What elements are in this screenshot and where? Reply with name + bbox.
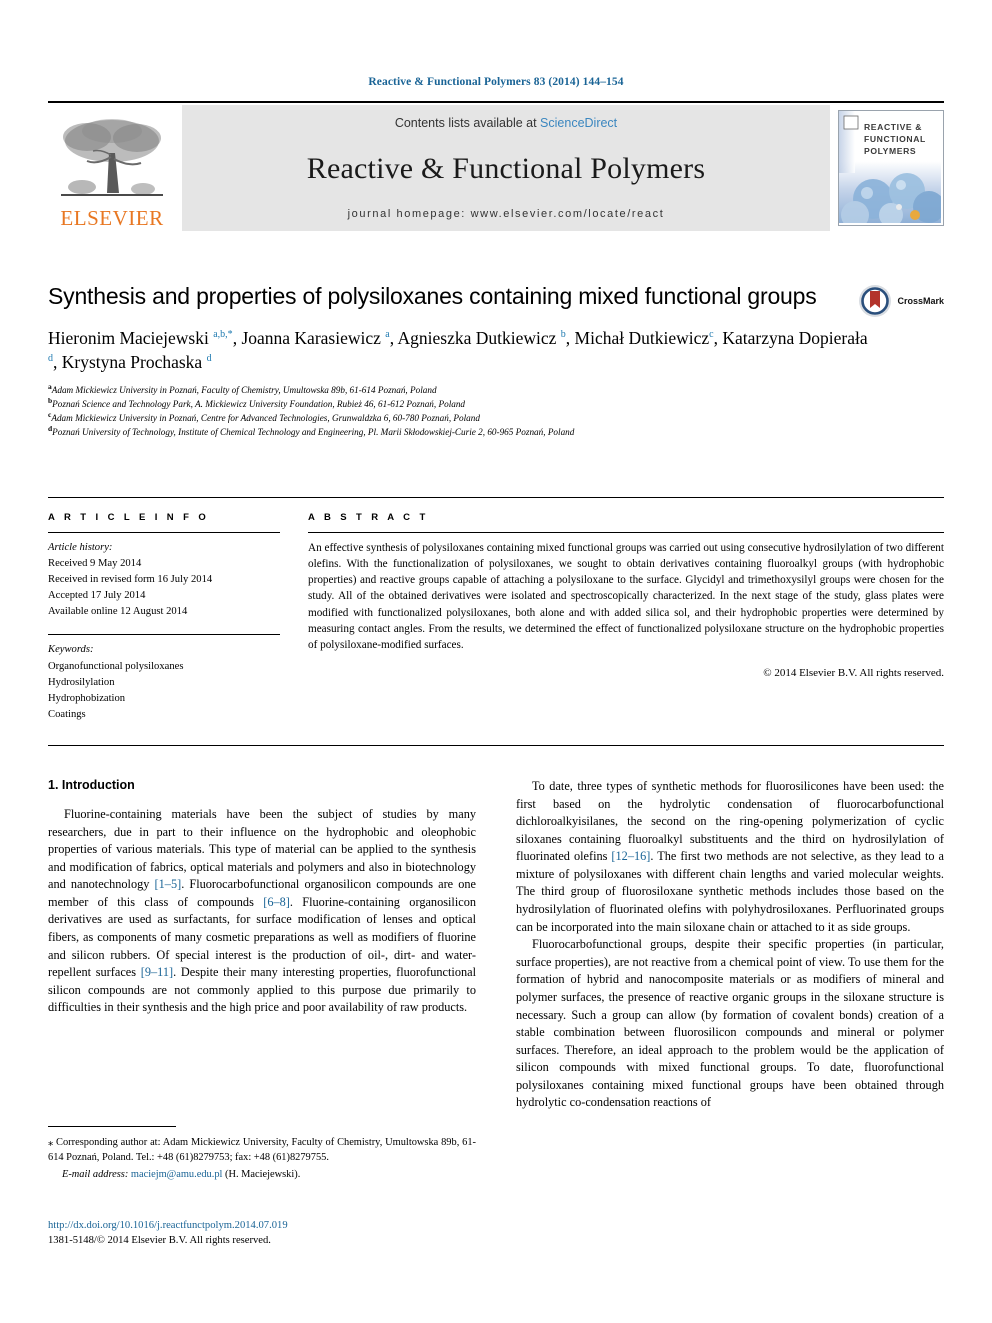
email-line: E-mail address: maciejm@amu.edu.pl (H. M… (48, 1169, 476, 1180)
article-info-rule (48, 532, 280, 533)
running-head: Reactive & Functional Polymers 83 (2014)… (368, 76, 624, 88)
elsevier-wordmark: ELSEVIER (60, 206, 164, 230)
affiliation-item: aAdam Mickiewicz University in Poznań, F… (48, 383, 944, 398)
keywords-block: Keywords: Organofunctional polysiloxanes… (48, 642, 280, 722)
affiliation-item: bPoznań Science and Technology Park, A. … (48, 397, 944, 412)
email-suffix: (H. Maciejewski). (225, 1169, 301, 1181)
corresponding-author-text: ⁎ Corresponding author at: Adam Mickiewi… (48, 1137, 476, 1164)
history-item: Received in revised form 16 July 2014 (48, 574, 213, 586)
abstract-heading: A B S T R A C T (308, 512, 429, 523)
keyword-item: Hydrosilylation (48, 676, 115, 688)
journal-homepage-line[interactable]: journal homepage: www.elsevier.com/locat… (348, 208, 665, 220)
keywords-label: Keywords: (48, 644, 94, 656)
article-history-label: Article history: (48, 542, 113, 553)
affiliation-item: cAdam Mickiewicz University in Poznań, C… (48, 411, 944, 426)
doi-block: http://dx.doi.org/10.1016/j.reactfunctpo… (48, 1218, 476, 1249)
paper-title: Synthesis and properties of polysiloxane… (48, 283, 817, 309)
body-columns: 1. Introduction Fluorine-containing mate… (48, 778, 944, 1112)
journal-title: Reactive & Functional Polymers (306, 152, 706, 185)
history-item: Available online 12 August 2014 (48, 606, 188, 618)
keyword-item: Hydrophobization (48, 692, 126, 704)
crossmark-label: CrossMark (897, 296, 944, 306)
footnote-rule (48, 1126, 176, 1127)
divider-below-abstract (48, 745, 944, 746)
paper-page: Reactive & Functional Polymers 83 (2014)… (0, 0, 992, 1323)
contents-available-line: Contents lists available at ScienceDirec… (395, 116, 617, 130)
contents-prefix: Contents lists available at (394, 116, 541, 130)
svg-text:POLYMERS: POLYMERS (864, 146, 916, 156)
svg-text:FUNCTIONAL: FUNCTIONAL (864, 134, 926, 144)
info-abstract-region: A R T I C L E I N F O Article history: R… (48, 512, 944, 723)
body-paragraph: To date, three types of synthetic method… (516, 779, 944, 934)
affiliation-list: aAdam Mickiewicz University in Poznań, F… (48, 383, 944, 440)
sciencedirect-link[interactable]: ScienceDirect (540, 116, 617, 130)
article-info-column: A R T I C L E I N F O Article history: R… (48, 512, 280, 723)
elsevier-logo: ELSEVIER (48, 105, 176, 231)
keywords-rule (48, 634, 280, 636)
abstract-rule (308, 532, 944, 533)
journal-cover-thumbnail: REACTIVE & FUNCTIONAL POLYMERS (838, 110, 944, 226)
crossmark-icon (859, 285, 892, 317)
issn-copyright-line: 1381-5148/© 2014 Elsevier B.V. All right… (48, 1235, 271, 1247)
abstract-copyright: © 2014 Elsevier B.V. All rights reserved… (763, 666, 944, 679)
affiliation-text: Adam Mickiewicz University in Poznań, Ce… (51, 413, 480, 424)
elsevier-tree-icon (61, 119, 163, 196)
article-info-heading: A R T I C L E I N F O (48, 512, 210, 523)
divider-above-abstract (48, 497, 944, 498)
journal-masthead: ELSEVIER Contents lists available at Sci… (48, 101, 944, 231)
svg-text:REACTIVE &: REACTIVE & (864, 122, 922, 132)
journal-banner: Contents lists available at ScienceDirec… (182, 105, 830, 231)
article-history-block: Article history: Received 9 May 2014 Rec… (48, 540, 280, 620)
abstract-column: A B S T R A C T An effective synthesis o… (308, 512, 944, 723)
email-label: E-mail address: (62, 1169, 129, 1181)
cover-art-icon: REACTIVE & FUNCTIONAL POLYMERS (839, 111, 943, 225)
title-block: Synthesis and properties of polysiloxane… (48, 282, 944, 440)
body-column-right: To date, three types of synthetic method… (516, 778, 944, 1112)
crossmark-badge[interactable]: CrossMark (858, 284, 944, 318)
affiliation-text: Poznań Science and Technology Park, A. M… (52, 399, 466, 410)
history-item: Received 9 May 2014 (48, 558, 142, 570)
keyword-item: Coatings (48, 708, 86, 720)
affiliation-text: Adam Mickiewicz University in Poznań, Fa… (51, 385, 437, 396)
body-paragraph: Fluorocarbofunctional groups, despite th… (516, 937, 944, 1110)
email-link[interactable]: maciejm@amu.edu.pl (131, 1169, 223, 1180)
abstract-text: An effective synthesis of polysiloxanes … (308, 542, 944, 651)
doi-link[interactable]: http://dx.doi.org/10.1016/j.reactfunctpo… (48, 1218, 476, 1233)
corresponding-author-footnote: ⁎ Corresponding author at: Adam Mickiewi… (48, 1126, 476, 1180)
affiliation-text: Poznań University of Technology, Institu… (52, 427, 575, 438)
body-column-left: 1. Introduction Fluorine-containing mate… (48, 778, 476, 1112)
body-paragraph: Fluorine-containing materials have been … (48, 807, 477, 1015)
keyword-item: Organofunctional polysiloxanes (48, 660, 184, 672)
section-heading-introduction: 1. Introduction (48, 778, 135, 792)
author-list: Hieronim Maciejewski a,b,*, Joanna Karas… (48, 327, 868, 373)
history-item: Accepted 17 July 2014 (48, 590, 146, 602)
affiliation-item: dPoznań University of Technology, Instit… (48, 425, 944, 440)
